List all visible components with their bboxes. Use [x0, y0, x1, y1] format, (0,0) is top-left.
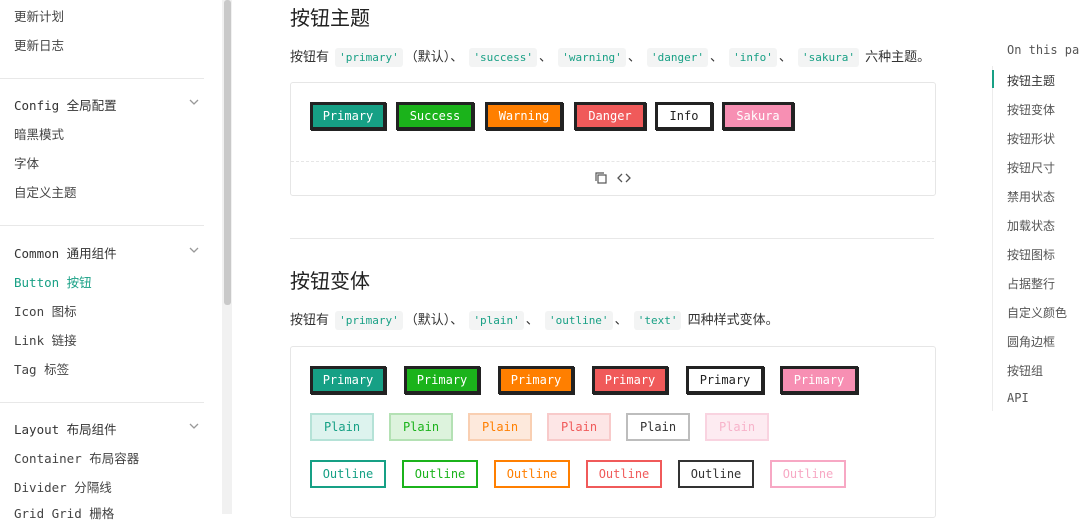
sidebar-group-layout[interactable]: Layout 布局组件 [14, 419, 117, 438]
primary-plain-button[interactable]: Plain [310, 413, 374, 441]
section-separator [290, 238, 934, 239]
success-outline-button[interactable]: Outline [402, 460, 478, 488]
main-content: 按钮主题 按钮有 'primary' （默认）、 'success'、 'warn… [232, 0, 992, 518]
desc-text: 按钮有 [290, 313, 330, 328]
toc-track [992, 66, 993, 411]
section-title-themes: 按钮主题 [290, 6, 370, 30]
toc-item-custom-color[interactable]: 自定义颜色 [1007, 304, 1067, 321]
desc-sep: 、 [778, 50, 792, 65]
toc-heading: On this page [1007, 43, 1080, 57]
sidebar-item-changelog[interactable]: 更新日志 [14, 35, 64, 54]
desc-sep: 、 [539, 50, 553, 65]
desc-sep: 、 [614, 313, 628, 328]
code-sakura: 'sakura' [798, 48, 859, 67]
sakura-primary-button[interactable]: Primary [780, 366, 858, 394]
toc-item-loading[interactable]: 加载状态 [1007, 217, 1055, 234]
code-success: 'success' [469, 48, 538, 67]
danger-outline-button[interactable]: Outline [586, 460, 662, 488]
toc-active-marker [992, 70, 994, 88]
chevron-down-icon[interactable] [188, 420, 200, 432]
desc-text: 四种样式变体。 [687, 313, 779, 328]
chevron-down-icon[interactable] [188, 96, 200, 108]
sidebar-item-button[interactable]: Button 按钮 [14, 272, 92, 291]
demo-divider [291, 161, 935, 162]
sakura-button[interactable]: Sakura [722, 102, 794, 130]
sidebar: 更新计划 更新日志 Config 全局配置 暗黑模式 字体 自定义主题 Comm… [0, 0, 222, 521]
info-button[interactable]: Info [655, 102, 713, 130]
warning-outline-button[interactable]: Outline [494, 460, 570, 488]
success-primary-button[interactable]: Primary [404, 366, 480, 394]
primary-button[interactable]: Primary [310, 366, 386, 394]
primary-button[interactable]: Primary [310, 102, 386, 130]
code-plain: 'plain' [469, 311, 524, 330]
success-plain-button[interactable]: Plain [389, 413, 453, 441]
sidebar-item-custom-theme[interactable]: 自定义主题 [14, 182, 77, 201]
sidebar-divider [0, 225, 204, 226]
section-desc-themes: 按钮有 'primary' （默认）、 'success'、 'warning'、… [290, 46, 931, 67]
danger-plain-button[interactable]: Plain [547, 413, 611, 441]
sakura-plain-button[interactable]: Plain [705, 413, 769, 441]
desc-sep: 、 [450, 313, 464, 328]
sidebar-divider [0, 78, 204, 79]
chevron-down-icon[interactable] [188, 244, 200, 256]
primary-outline-button[interactable]: Outline [310, 460, 386, 488]
desc-text: （默认） [404, 313, 451, 328]
sidebar-item-divider[interactable]: Divider 分隔线 [14, 477, 112, 496]
desc-sep: 、 [709, 50, 723, 65]
sidebar-divider [0, 402, 204, 403]
sidebar-item-font[interactable]: 字体 [14, 153, 39, 172]
section-title-variants: 按钮变体 [290, 269, 370, 293]
info-primary-button[interactable]: Primary [686, 366, 764, 394]
sidebar-item-tag[interactable]: Tag 标签 [14, 359, 69, 378]
warning-button[interactable]: Warning [485, 102, 563, 130]
sidebar-item-link[interactable]: Link 链接 [14, 330, 77, 349]
warning-plain-button[interactable]: Plain [468, 413, 532, 441]
section-desc-variants: 按钮有 'primary' （默认）、 'plain'、 'outline'、 '… [290, 309, 779, 330]
sidebar-item-container[interactable]: Container 布局容器 [14, 448, 139, 467]
code-primary: 'primary' [335, 48, 403, 67]
toc-item-group[interactable]: 按钮组 [1007, 362, 1043, 379]
desc-sep: 、 [450, 50, 464, 65]
sidebar-item-grid[interactable]: Grid Grid 栅格 [14, 503, 114, 522]
sakura-outline-button[interactable]: Outline [770, 460, 846, 488]
desc-text: （默认） [404, 50, 451, 65]
warning-primary-button[interactable]: Primary [498, 366, 574, 394]
sidebar-item-dark-mode[interactable]: 暗黑模式 [14, 124, 64, 143]
info-outline-button[interactable]: Outline [678, 460, 754, 488]
demo-box-variants: Primary Primary Primary Primary Primary … [290, 346, 936, 518]
toc-item-api[interactable]: API [1007, 391, 1029, 405]
toc-item-disabled[interactable]: 禁用状态 [1007, 188, 1055, 205]
sidebar-item-icon[interactable]: Icon 图标 [14, 301, 77, 320]
code-icon[interactable] [616, 171, 632, 188]
code-text: 'text' [633, 311, 682, 330]
sidebar-scrollbar-thumb[interactable] [224, 0, 231, 305]
toc-item-themes[interactable]: 按钮主题 [1007, 72, 1055, 89]
table-of-contents: On this page 按钮主题 按钮变体 按钮形状 按钮尺寸 禁用状态 加载… [992, 0, 1080, 514]
desc-sep: 、 [627, 50, 641, 65]
toc-item-shape[interactable]: 按钮形状 [1007, 130, 1055, 147]
sidebar-item-update-plan[interactable]: 更新计划 [14, 6, 64, 25]
code-danger: 'danger' [646, 48, 708, 67]
code-info: 'info' [729, 48, 777, 67]
success-button[interactable]: Success [396, 102, 474, 130]
desc-text: 按钮有 [290, 50, 330, 65]
toc-item-block[interactable]: 占据整行 [1007, 275, 1055, 292]
code-warning: 'warning' [558, 48, 626, 67]
danger-primary-button[interactable]: Primary [592, 366, 668, 394]
info-plain-button[interactable]: Plain [626, 413, 690, 441]
desc-text: 六种主题。 [865, 50, 931, 65]
code-primary: 'primary' [335, 311, 403, 330]
toc-item-size[interactable]: 按钮尺寸 [1007, 159, 1055, 176]
toc-item-icon[interactable]: 按钮图标 [1007, 246, 1055, 263]
copy-icon[interactable] [594, 171, 608, 188]
desc-sep: 、 [525, 313, 539, 328]
toc-item-variants[interactable]: 按钮变体 [1007, 101, 1055, 118]
sidebar-group-common[interactable]: Common 通用组件 [14, 243, 117, 262]
sidebar-group-config[interactable]: Config 全局配置 [14, 95, 117, 114]
code-outline: 'outline' [544, 311, 613, 330]
demo-box-themes: Primary Success Warning Danger Info Saku… [290, 82, 936, 196]
toc-item-round[interactable]: 圆角边框 [1007, 333, 1055, 350]
danger-button[interactable]: Danger [574, 102, 646, 130]
